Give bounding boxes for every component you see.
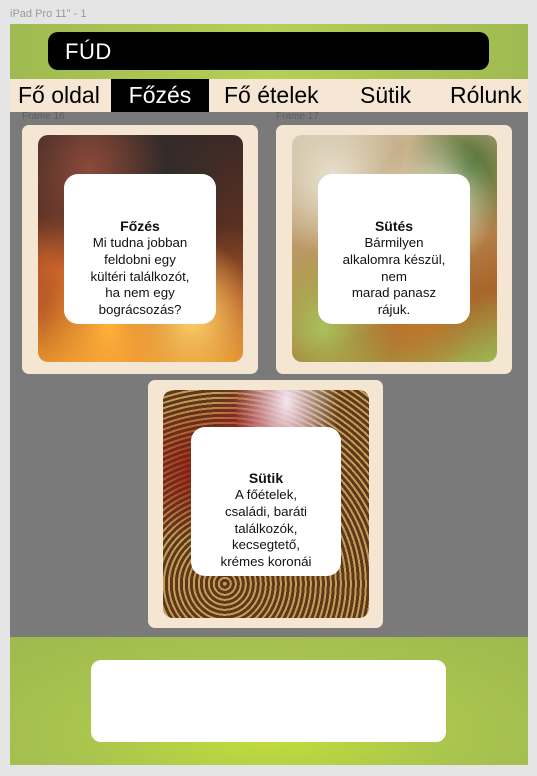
site-title[interactable]: FÚD	[65, 39, 112, 65]
title-bar: FÚD	[48, 32, 489, 70]
card-sutes[interactable]: Sütés Bármilyen alkalomra készül, nem ma…	[276, 125, 512, 374]
card-text-line: családi, baráti	[224, 503, 308, 519]
card-text-line: bográcsozás?	[98, 302, 182, 318]
card-text-line: kecsegtető,	[231, 537, 300, 553]
card-fozes[interactable]: Főzés Mi tudna jobban feldobni egy külté…	[22, 125, 258, 374]
nav-item-rolunk[interactable]: Rólunk	[450, 79, 522, 112]
nav-item-fo-etelek[interactable]: Fő ételek	[224, 79, 319, 112]
footer	[10, 637, 528, 765]
main-nav: Fő oldal Főzés Fő ételek Sütik Rólunk	[10, 79, 528, 112]
card-text-line: rájuk.	[377, 302, 411, 318]
nav-item-fo-oldal[interactable]: Fő oldal	[18, 79, 100, 112]
card-sutik[interactable]: Sütik A főételek, családi, baráti találk…	[148, 380, 383, 628]
card-title: Sütés	[374, 218, 414, 234]
footer-content-box	[91, 660, 446, 742]
card-text-line: feldobni egy	[104, 251, 176, 267]
header: FÚD	[10, 24, 528, 79]
card-text-line: találkozók,	[234, 520, 298, 536]
card-sutik-overlay: Sütik A főételek, családi, baráti találk…	[191, 427, 341, 576]
card-sutes-overlay: Sütés Bármilyen alkalomra készül, nem ma…	[318, 174, 470, 324]
card-text-line: kültéri találkozót,	[90, 268, 190, 284]
card-title: Sütik	[248, 470, 284, 486]
card-text-line: A főételek,	[234, 487, 298, 502]
card-text-line: alkalomra készül,	[342, 251, 446, 267]
card-fozes-overlay: Főzés Mi tudna jobban feldobni egy külté…	[64, 174, 216, 324]
nav-item-fozes[interactable]: Főzés	[111, 79, 209, 112]
card-title: Főzés	[120, 218, 160, 234]
canvas-frame-label: iPad Pro 11" - 1	[10, 8, 87, 20]
card-text-line: marad panasz	[351, 285, 437, 301]
frame-17-label: Frame 17	[276, 111, 319, 122]
card-text-line: ha nem egy	[105, 285, 175, 301]
nav-item-sutik[interactable]: Sütik	[360, 79, 411, 112]
card-text-line: Bármilyen	[364, 235, 424, 250]
card-text-line: nem	[381, 268, 407, 284]
card-text-line: Mi tudna jobban	[92, 235, 188, 250]
frame-16-label: Frame 16	[22, 111, 65, 122]
card-text-line: krémes koronái	[220, 554, 312, 570]
ipad-frame: FÚD Fő oldal Főzés Fő ételek Sütik Rólun…	[10, 24, 528, 765]
